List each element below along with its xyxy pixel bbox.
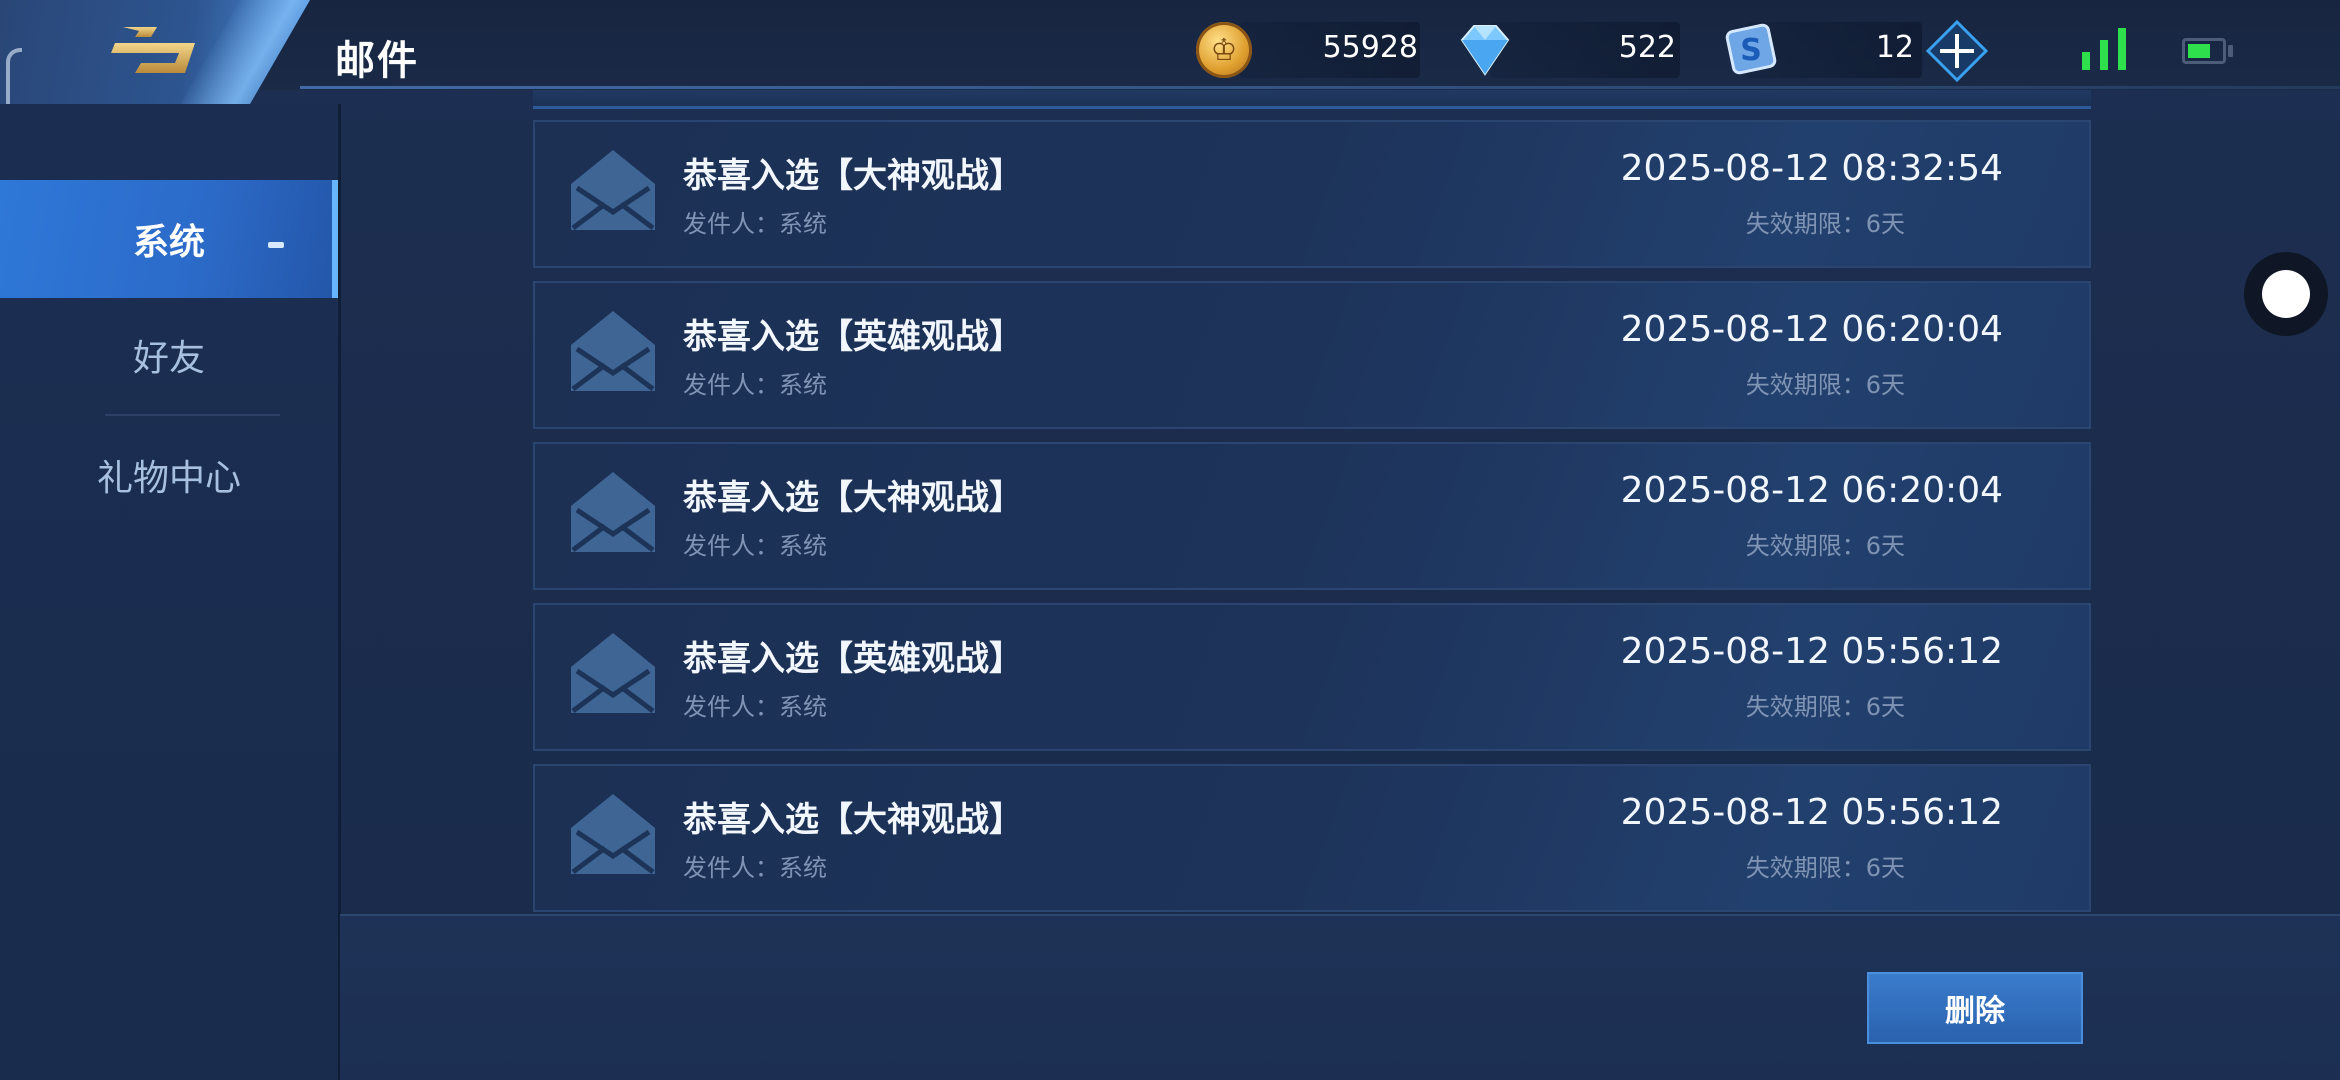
gold-value: 55928 xyxy=(1322,30,1418,65)
envelope-icon xyxy=(571,150,655,230)
tab-system-label: 系统 xyxy=(132,222,205,263)
mail-title: 恭喜入选【大神观战】 xyxy=(683,800,1023,840)
mail-title: 恭喜入选【英雄观战】 xyxy=(683,317,1023,357)
mail-item[interactable]: 恭喜入选【大神观战】 发件人：系统 2025-08-12 05:56:12 失效… xyxy=(533,764,2091,912)
signal-icon xyxy=(2082,28,2126,70)
floating-assist-button[interactable] xyxy=(2244,252,2328,336)
mail-item[interactable]: 恭喜入选【英雄观战】 发件人：系统 2025-08-12 05:56:12 失效… xyxy=(533,603,2091,751)
mail-expiry: 失效期限：6天 xyxy=(1745,854,1905,882)
gold-coin-icon: ♔ xyxy=(1196,22,1252,78)
delete-button-label: 删除 xyxy=(1945,994,2005,1029)
mail-screen: 邮件 ♔ 55928 522 S 12 系统 好友 礼物中心 恭喜入选【大神观战… xyxy=(0,0,2340,1080)
back-button[interactable] xyxy=(100,18,210,84)
mail-expiry: 失效期限：6天 xyxy=(1745,532,1905,560)
mail-title: 恭喜入选【大神观战】 xyxy=(683,156,1023,196)
mail-date: 2025-08-12 06:20:04 xyxy=(1620,470,2003,511)
tab-gift-center[interactable]: 礼物中心 xyxy=(0,416,338,534)
mail-item[interactable]: 恭喜入选【大神观战】 发件人：系统 2025-08-12 06:20:04 失效… xyxy=(533,442,2091,590)
top-bar-divider xyxy=(300,86,2340,89)
mail-item[interactable]: 恭喜入选【大神观战】 发件人：系统 2025-08-12 08:32:54 失效… xyxy=(533,120,2091,268)
mail-sender: 发件人：系统 xyxy=(683,371,827,399)
diamond-value: 522 xyxy=(1618,30,1676,65)
mail-date: 2025-08-12 08:32:54 xyxy=(1620,148,2003,189)
list-item-partial xyxy=(533,90,2091,109)
mail-sender: 发件人：系统 xyxy=(683,210,827,238)
delete-button[interactable]: 删除 xyxy=(1867,972,2083,1044)
mail-date: 2025-08-12 06:20:04 xyxy=(1620,309,2003,350)
mail-item[interactable]: 恭喜入选【英雄观战】 发件人：系统 2025-08-12 06:20:04 失效… xyxy=(533,281,2091,429)
mail-sender: 发件人：系统 xyxy=(683,532,827,560)
envelope-icon xyxy=(571,633,655,713)
envelope-icon xyxy=(571,472,655,552)
battery-icon xyxy=(2182,38,2226,64)
add-coupon-button[interactable] xyxy=(1926,20,1988,82)
envelope-icon xyxy=(571,311,655,391)
mail-date: 2025-08-12 05:56:12 xyxy=(1620,792,2003,833)
mail-sender: 发件人：系统 xyxy=(683,854,827,882)
mail-expiry: 失效期限：6天 xyxy=(1745,210,1905,238)
active-tab-marker xyxy=(268,242,284,248)
envelope-icon xyxy=(571,794,655,874)
mail-title: 恭喜入选【大神观战】 xyxy=(683,478,1023,518)
back-arrow-icon xyxy=(111,27,195,73)
tab-friends[interactable]: 好友 xyxy=(0,296,338,414)
mail-date: 2025-08-12 05:56:12 xyxy=(1620,631,2003,672)
tab-gift-center-label: 礼物中心 xyxy=(96,458,241,499)
mail-expiry: 失效期限：6天 xyxy=(1745,371,1905,399)
page-title: 邮件 xyxy=(335,38,419,84)
mail-expiry: 失效期限：6天 xyxy=(1745,693,1905,721)
battery-tip xyxy=(2228,45,2233,57)
svg-text:S: S xyxy=(1740,33,1762,68)
coupon-value: 12 xyxy=(1875,30,1914,65)
tab-system[interactable]: 系统 xyxy=(0,180,338,298)
floating-assist-icon xyxy=(2262,270,2310,318)
mail-title: 恭喜入选【英雄观战】 xyxy=(683,639,1023,679)
tab-friends-label: 好友 xyxy=(132,338,205,379)
mail-sender: 发件人：系统 xyxy=(683,693,827,721)
